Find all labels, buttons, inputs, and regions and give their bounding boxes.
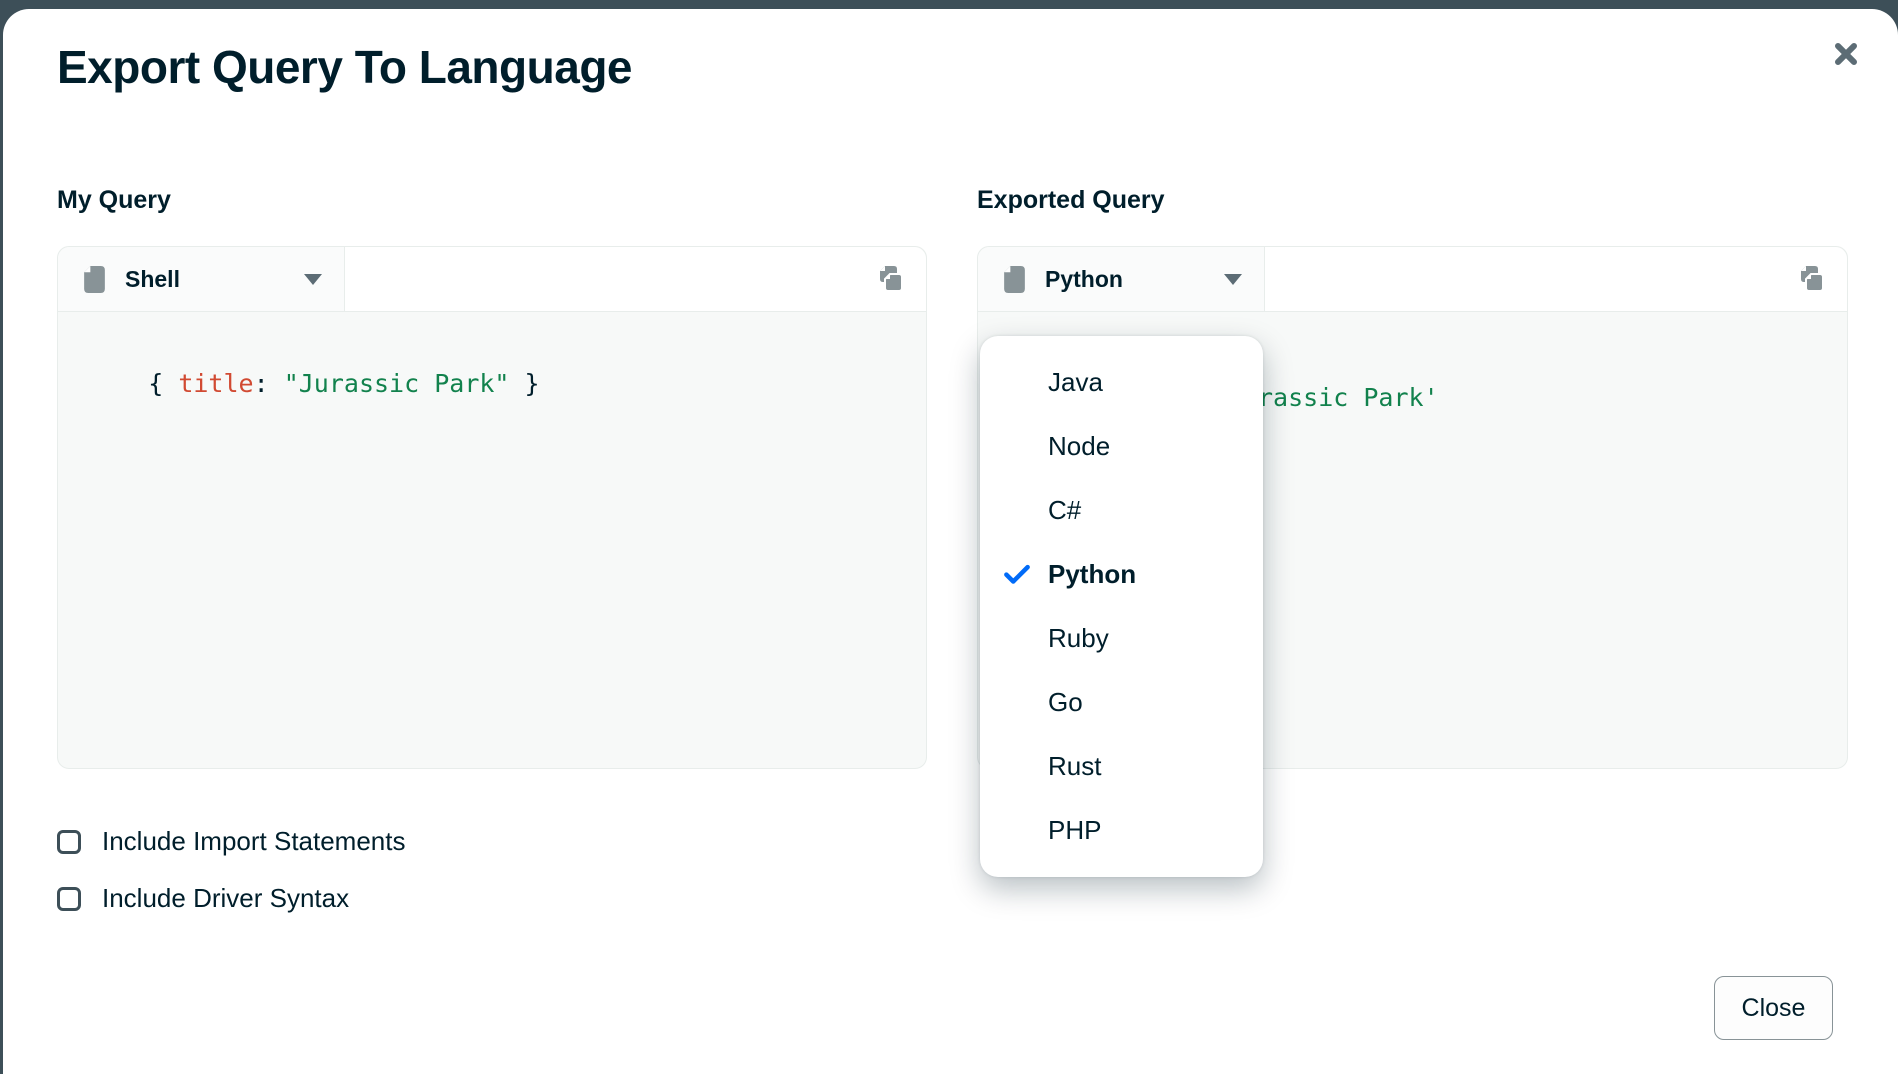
my-query-copy-button[interactable] bbox=[872, 260, 910, 298]
chevron-down-icon bbox=[1224, 274, 1242, 285]
code-string-value: "Jurassic Park" bbox=[284, 369, 510, 398]
checkbox-unchecked[interactable] bbox=[57, 830, 81, 854]
code-field-name: title bbox=[178, 369, 253, 398]
menu-item-label: C# bbox=[1048, 495, 1081, 526]
menu-item-php[interactable]: PHP bbox=[980, 798, 1263, 862]
include-import-statements-option[interactable]: Include Import Statements bbox=[57, 826, 405, 857]
exported-query-language-value: Python bbox=[1045, 266, 1206, 293]
option-label: Include Import Statements bbox=[102, 826, 405, 857]
menu-item-label: Java bbox=[1048, 367, 1103, 398]
menu-item-label: Go bbox=[1048, 687, 1083, 718]
code-line: { title: "Jurassic Park" } bbox=[148, 369, 539, 398]
file-code-icon bbox=[82, 265, 107, 294]
menu-item-label: Rust bbox=[1048, 751, 1101, 782]
exported-query-copy-button[interactable] bbox=[1793, 260, 1831, 298]
include-driver-syntax-option[interactable]: Include Driver Syntax bbox=[57, 883, 349, 914]
menu-item-python[interactable]: Python bbox=[980, 542, 1263, 606]
menu-item-label: Ruby bbox=[1048, 623, 1109, 654]
menu-item-label: Python bbox=[1048, 559, 1136, 590]
checkbox-unchecked[interactable] bbox=[57, 887, 81, 911]
language-menu: Java Node C# Python Ruby Go Rust PHP bbox=[980, 336, 1263, 877]
menu-item-csharp[interactable]: C# bbox=[980, 478, 1263, 542]
option-label: Include Driver Syntax bbox=[102, 883, 349, 914]
exported-query-panel-header: Python bbox=[978, 247, 1847, 312]
menu-item-java[interactable]: Java bbox=[980, 350, 1263, 414]
menu-item-label: PHP bbox=[1048, 815, 1101, 846]
checkmark-icon bbox=[1002, 559, 1034, 589]
copy-icon bbox=[876, 282, 906, 297]
dialog-title: Export Query To Language bbox=[57, 40, 632, 94]
my-query-panel: Shell { title: "Jurassic Park" } bbox=[57, 246, 927, 769]
my-query-language-value: Shell bbox=[125, 266, 286, 293]
code-open-brace: { bbox=[148, 369, 178, 398]
menu-item-node[interactable]: Node bbox=[980, 414, 1263, 478]
dialog-close-button[interactable] bbox=[1824, 32, 1868, 76]
exported-query-heading: Exported Query bbox=[977, 186, 1165, 215]
menu-item-go[interactable]: Go bbox=[980, 670, 1263, 734]
menu-item-rust[interactable]: Rust bbox=[980, 734, 1263, 798]
my-query-heading: My Query bbox=[57, 186, 171, 215]
my-query-panel-header: Shell bbox=[58, 247, 926, 312]
code-close-brace: } bbox=[509, 369, 539, 398]
my-query-language-select[interactable]: Shell bbox=[58, 247, 345, 311]
code-separator: : bbox=[254, 369, 284, 398]
close-icon bbox=[1831, 39, 1861, 69]
close-button[interactable]: Close bbox=[1714, 976, 1833, 1040]
exported-query-language-select[interactable]: Python bbox=[978, 247, 1265, 311]
my-query-editor[interactable]: { title: "Jurassic Park" } bbox=[58, 312, 926, 740]
chevron-down-icon bbox=[304, 274, 322, 285]
menu-item-label: Node bbox=[1048, 431, 1110, 462]
copy-icon bbox=[1797, 282, 1827, 297]
exported-code-visible-fragment: rassic Park' bbox=[1258, 383, 1439, 412]
menu-item-ruby[interactable]: Ruby bbox=[980, 606, 1263, 670]
file-code-icon bbox=[1002, 265, 1027, 294]
